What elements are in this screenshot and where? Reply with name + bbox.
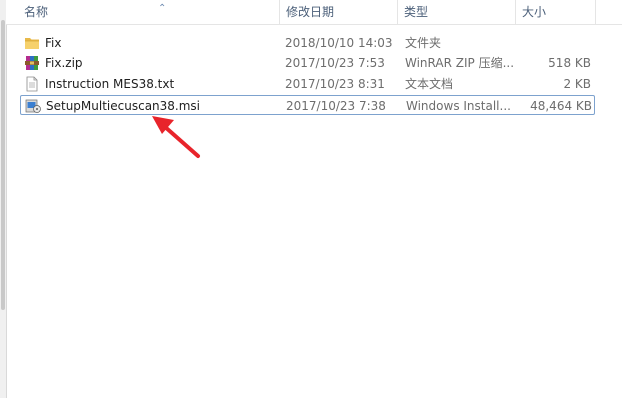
red-annotation-arrow-icon [152,116,200,158]
